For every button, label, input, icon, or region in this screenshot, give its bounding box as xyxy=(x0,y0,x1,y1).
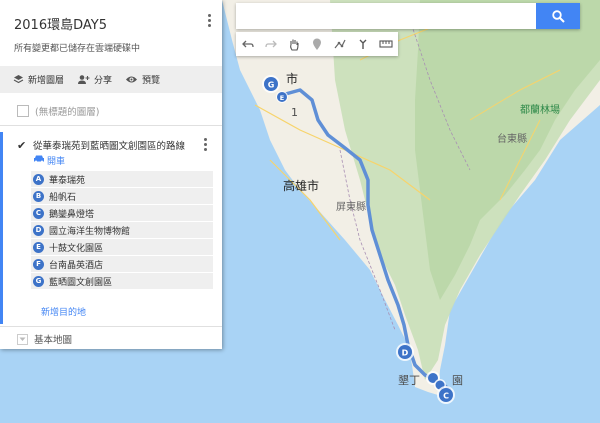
panel-action-bar: 新增圖層 分享 預覽 xyxy=(0,66,222,93)
map-label-kenting-park: 園 xyxy=(452,374,463,387)
marker-e[interactable]: E xyxy=(276,91,288,103)
car-icon xyxy=(34,155,44,163)
untitled-layer-checkbox[interactable] xyxy=(17,105,29,117)
stop-badge: C xyxy=(33,207,44,219)
stop-badge: E xyxy=(33,241,44,253)
layers-icon xyxy=(13,75,24,84)
svg-text:C: C xyxy=(443,392,449,401)
map-label-road-1: 1 xyxy=(291,106,298,119)
stop-name: 鵝鑾鼻燈塔 xyxy=(49,209,95,220)
redo-icon xyxy=(264,40,277,48)
svg-text:E: E xyxy=(280,94,284,102)
undo-icon xyxy=(241,40,254,48)
stop-name: 台南晶英酒店 xyxy=(49,260,104,271)
map-toolbar xyxy=(236,32,398,56)
route-stop[interactable]: B 船帆石 xyxy=(31,188,213,204)
marker-d[interactable]: D xyxy=(396,343,414,361)
map-label-dulan-forest: 都蘭林場 xyxy=(520,103,560,116)
add-directions-button[interactable] xyxy=(351,32,374,56)
ruler-icon xyxy=(378,40,393,48)
redo-button[interactable] xyxy=(259,32,282,56)
share-button[interactable]: 分享 xyxy=(77,73,112,86)
map-label-kaohsiung: 高雄市 xyxy=(283,178,319,193)
stop-badge: A xyxy=(33,173,44,185)
route-stop[interactable]: A 華泰瑞苑 xyxy=(31,171,213,187)
divider xyxy=(0,326,222,327)
active-layer-indicator xyxy=(0,132,3,324)
route-stop[interactable]: D 國立海洋生物博物館 xyxy=(31,222,213,238)
route-stop[interactable]: E 十鼓文化園區 xyxy=(31,239,213,255)
map-title[interactable]: 2016環島DAY5 xyxy=(14,14,107,33)
pan-tool-button[interactable] xyxy=(282,32,305,56)
stop-name: 藍晒圖文創園區 xyxy=(49,277,113,288)
svg-text:G: G xyxy=(268,81,275,90)
marker-icon xyxy=(312,38,321,50)
map-label-kenting: 墾丁 xyxy=(398,374,420,387)
layers-panel: 2016環島DAY5 所有變更都已儲存在雲端硬碟中 新增圖層 分享 預覽 (無標… xyxy=(0,0,222,349)
route-stop[interactable]: C 鵝鑾鼻燈塔 xyxy=(31,205,213,221)
route-layer: ✔ 從華泰瑞苑到藍晒圖文創園區的路線 開車 A 華泰瑞苑 B 船帆石 C 鵝鑾鼻… xyxy=(0,132,222,324)
add-layer-button[interactable]: 新增圖層 xyxy=(13,73,64,86)
travel-mode[interactable] xyxy=(33,154,45,163)
map-label-tainan: 市 xyxy=(286,71,298,86)
basemap-label: 基本地圖 xyxy=(34,335,73,346)
save-status: 所有變更都已儲存在雲端硬碟中 xyxy=(14,44,141,54)
divider xyxy=(0,125,222,126)
share-label: 分享 xyxy=(94,76,113,86)
undo-button[interactable] xyxy=(236,32,259,56)
stop-name: 十鼓文化園區 xyxy=(49,243,104,254)
route-stops: A 華泰瑞苑 B 船帆石 C 鵝鑾鼻燈塔 D 國立海洋生物博物館 E 十鼓文化園… xyxy=(31,171,213,290)
add-destination-link[interactable]: 新增目的地 xyxy=(41,305,86,318)
stop-badge: D xyxy=(33,224,44,236)
stop-name: 船帆石 xyxy=(49,192,77,203)
stop-badge: B xyxy=(33,190,44,202)
eye-icon xyxy=(126,76,138,83)
search-icon xyxy=(551,9,565,23)
map-search-bar xyxy=(236,3,580,29)
stop-name: 華泰瑞苑 xyxy=(49,175,86,186)
travel-mode-label[interactable]: 開車 xyxy=(47,154,65,167)
chevron-down-icon xyxy=(19,337,26,341)
untitled-layer-label: (無標題的圖層) xyxy=(35,107,100,118)
search-button[interactable] xyxy=(536,3,580,29)
search-input[interactable] xyxy=(236,3,536,29)
measure-button[interactable] xyxy=(374,32,397,56)
route-layer-checkbox[interactable]: ✔ xyxy=(17,139,26,152)
route-stop[interactable]: F 台南晶英酒店 xyxy=(31,256,213,272)
map-label-taitung: 台東縣 xyxy=(497,132,527,145)
preview-button[interactable]: 預覽 xyxy=(125,73,160,86)
basemap-expand-toggle[interactable] xyxy=(17,333,28,345)
stop-badge: G xyxy=(33,275,44,287)
map-options-button[interactable] xyxy=(208,14,212,29)
directions-icon xyxy=(359,39,366,49)
add-person-icon xyxy=(78,75,90,84)
draw-line-icon xyxy=(334,39,346,49)
untitled-layer-row[interactable]: (無標題的圖層) xyxy=(0,100,222,122)
marker-g[interactable]: G xyxy=(262,75,280,93)
preview-label: 預覽 xyxy=(142,76,161,86)
route-stop[interactable]: G 藍晒圖文創園區 xyxy=(31,273,213,289)
hand-icon xyxy=(289,39,299,51)
map-label-pingtung: 屏東縣 xyxy=(336,200,366,213)
route-layer-options-button[interactable] xyxy=(204,138,208,153)
marker-c[interactable]: C xyxy=(437,386,455,404)
add-marker-button[interactable] xyxy=(305,32,328,56)
stop-badge: F xyxy=(33,258,44,270)
add-layer-label: 新增圖層 xyxy=(28,76,65,86)
stop-name: 國立海洋生物博物館 xyxy=(49,226,131,237)
draw-line-button[interactable] xyxy=(328,32,351,56)
basemap-row[interactable]: 基本地圖 xyxy=(0,329,222,349)
svg-text:D: D xyxy=(402,349,409,358)
route-layer-title[interactable]: 從華泰瑞苑到藍晒圖文創園區的路線 xyxy=(33,138,185,152)
